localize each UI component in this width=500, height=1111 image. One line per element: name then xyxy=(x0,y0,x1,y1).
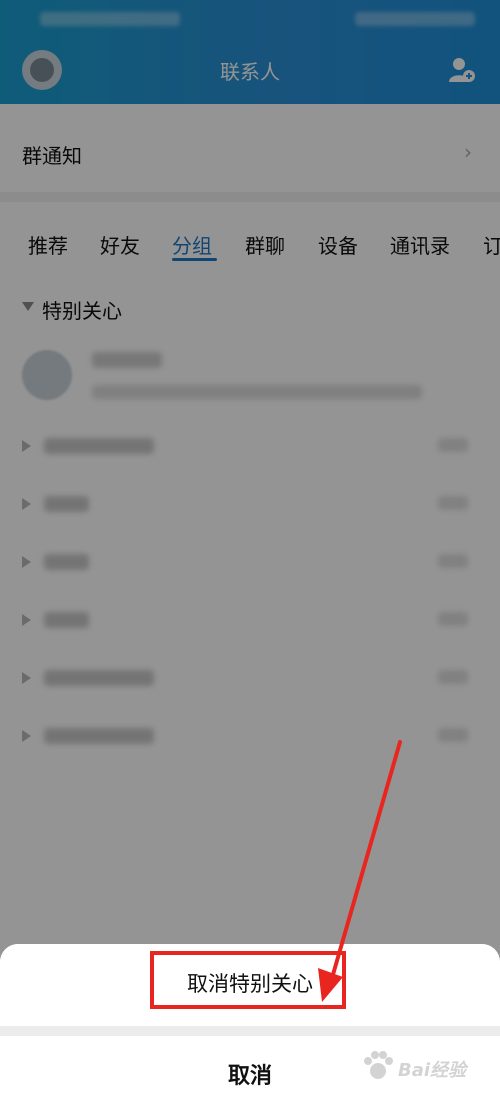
paw-icon xyxy=(364,1051,393,1079)
watermark-logo: Bai经验 xyxy=(360,1049,490,1089)
sheet-divider xyxy=(0,1026,500,1036)
highlight-box-annotation xyxy=(150,951,346,1009)
watermark-text: Bai经验 xyxy=(398,1060,467,1081)
